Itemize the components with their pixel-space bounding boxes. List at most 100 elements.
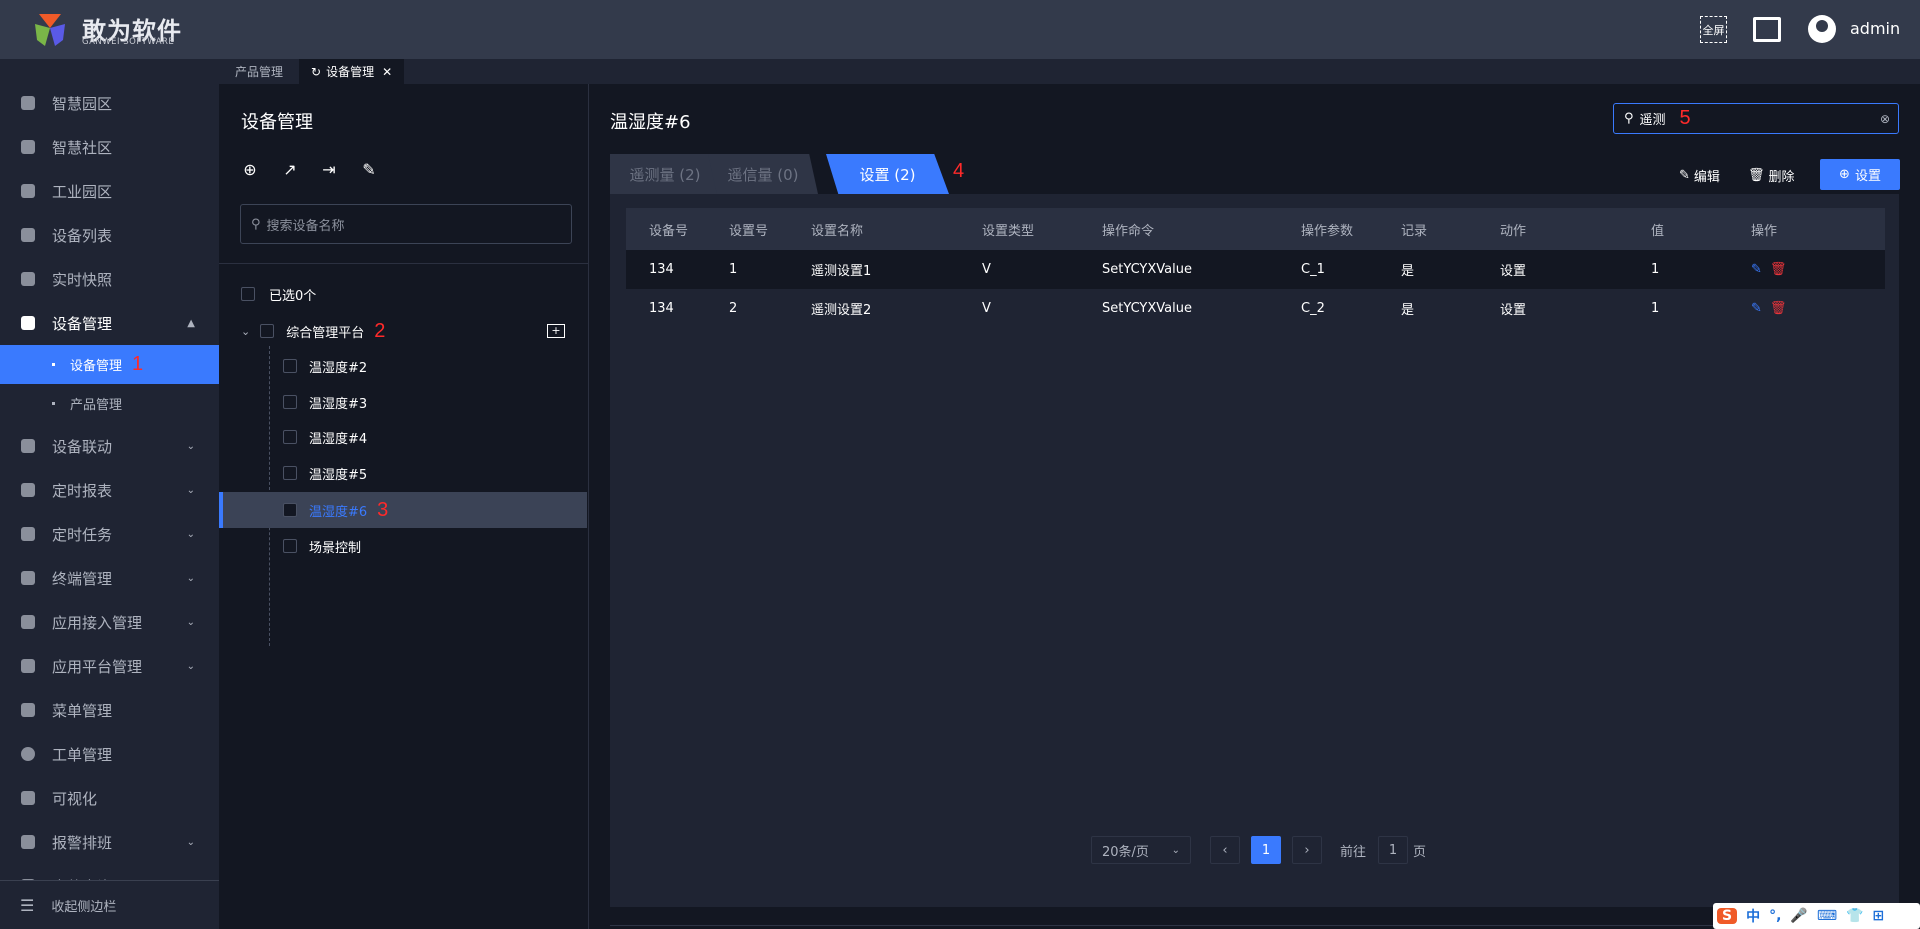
add-circle-icon: ⊕ <box>1839 167 1850 182</box>
column-header: 值 <box>1651 208 1751 250</box>
page-size-value: 20条/页 <box>1102 844 1149 860</box>
checkbox[interactable] <box>283 539 297 553</box>
gear-icon <box>21 747 35 761</box>
divider <box>610 925 1899 926</box>
goto-page-input[interactable]: 1 <box>1378 836 1408 864</box>
device-search-input[interactable]: ⚲ 搜索设备名称 <box>240 204 572 244</box>
tab-product-management[interactable]: 产品管理 <box>219 59 295 84</box>
sidebar-item-smart-community[interactable]: 智慧社区 <box>0 125 219 169</box>
tab-telemetry[interactable]: 遥测量 (2) <box>610 154 720 194</box>
sidebar-item-label: 产品管理 <box>70 398 123 413</box>
next-page-button[interactable]: › <box>1292 836 1322 864</box>
fullscreen-text-button[interactable]: 全屏 <box>1700 16 1727 43</box>
tree-node[interactable]: 温湿度#4 <box>219 419 587 455</box>
add-circle-icon[interactable]: ⊕ <box>241 160 259 179</box>
sidebar-item-label: 可视化 <box>52 789 98 808</box>
tree-node-root[interactable]: ⌄ 综合管理平台 2 + <box>219 313 587 349</box>
cell-value: 1 <box>1651 250 1751 289</box>
tab-settings[interactable]: 设置 (2) <box>826 154 949 194</box>
sidebar-subitem-device-management[interactable]: 设备管理 1 <box>0 345 219 384</box>
sidebar-item-alarm-schedule[interactable]: 报警排班 ⌄ <box>0 820 219 864</box>
checkbox[interactable] <box>283 359 297 373</box>
export-icon[interactable]: ↗ <box>281 160 299 179</box>
chevron-down-icon: ⌄ <box>186 660 195 672</box>
checkbox[interactable] <box>241 287 255 301</box>
sidebar-item-label: 设备管理 <box>52 314 113 333</box>
grid-icon <box>21 615 35 629</box>
sidebar-item-app-platform[interactable]: 应用平台管理 ⌄ <box>0 644 219 688</box>
sidebar-item-menu-management[interactable]: 菜单管理 <box>0 688 219 732</box>
username[interactable]: admin <box>1850 19 1900 38</box>
timer-icon <box>21 483 35 497</box>
sidebar-item-label: 定时报表 <box>52 481 113 500</box>
prev-page-button[interactable]: ‹ <box>1210 836 1240 864</box>
edit-row-icon[interactable]: ✎ <box>1751 262 1762 277</box>
tab-telesignal[interactable]: 遥信量 (0) <box>708 154 818 194</box>
sidebar-item-label: 实时快照 <box>52 270 113 289</box>
edit-button[interactable]: ✎ 编辑 <box>1679 160 1720 190</box>
column-header: 设置号 <box>729 208 811 250</box>
sidebar-item-device-linkage[interactable]: 设备联动 ⌄ <box>0 424 219 468</box>
sidebar-item-device-list[interactable]: 设备列表 <box>0 213 219 257</box>
search-value: 遥测 <box>1639 113 1666 128</box>
checkbox[interactable] <box>283 395 297 409</box>
ime-toolbar[interactable]: S 中 °, 🎤 ⌨ 👕 ⊞ <box>1713 903 1920 929</box>
page-1-button[interactable]: 1 <box>1251 836 1281 864</box>
checkbox[interactable] <box>283 430 297 444</box>
tree-node[interactable]: 温湿度#2 <box>219 348 587 384</box>
sidebar-item-visualization[interactable]: 可视化 <box>0 776 219 820</box>
logo-subtext: GANWEI SOFTWARE <box>82 37 175 47</box>
sidebar-item-scheduled-task[interactable]: 定时任务 ⌄ <box>0 512 219 556</box>
punctuation-icon: °, <box>1769 908 1782 924</box>
logo-icon <box>35 14 65 46</box>
sidebar-item-label: 设备管理 <box>70 359 123 374</box>
checkbox[interactable] <box>260 324 275 338</box>
sidebar-item-label: 设备联动 <box>52 437 113 456</box>
chevron-up-icon: ▲ <box>187 317 195 329</box>
refresh-icon[interactable]: ↻ <box>311 65 321 79</box>
tree-node[interactable]: 温湿度#5 <box>219 455 587 491</box>
sidebar-item-work-order[interactable]: 工单管理 <box>0 732 219 776</box>
tab-device-management[interactable]: ↻ 设备管理 ✕ <box>299 59 405 84</box>
column-header: 操作命令 <box>1102 208 1301 250</box>
tree-node-selected[interactable]: 温湿度#6 3 <box>219 492 587 528</box>
add-setting-button[interactable]: ⊕ 设置 <box>1820 159 1900 190</box>
delete-row-icon[interactable]: 🗑 <box>1770 301 1787 316</box>
device-tree-panel: 设备管理 ⊕ ↗ ⇥ ✎ ⚲ 搜索设备名称 已选0个 ⌄ 综合管理平台 2 + 温湿度#… <box>219 84 589 929</box>
avatar[interactable] <box>1808 15 1836 43</box>
chevron-down-icon[interactable]: ⌄ <box>241 325 250 338</box>
checkbox[interactable] <box>283 466 297 480</box>
folder-import-icon[interactable]: ⇥ <box>320 160 338 179</box>
page-size-select[interactable]: 20条/页 ⌄ <box>1091 836 1191 864</box>
delete-row-icon[interactable]: 🗑 <box>1770 262 1787 277</box>
microphone-icon: 🎤 <box>1790 908 1808 924</box>
sidebar-item-industrial-park[interactable]: 工业园区 <box>0 169 219 213</box>
collapse-sidebar-button[interactable]: ☰ 收起侧边栏 <box>0 880 219 929</box>
tree-node[interactable]: 场景控制 <box>219 528 587 564</box>
select-all-row[interactable]: 已选0个 <box>219 276 587 312</box>
sidebar-item-smart-park[interactable]: 智慧园区 <box>0 81 219 125</box>
divider <box>219 263 588 264</box>
edit-row-icon[interactable]: ✎ <box>1751 301 1762 316</box>
delete-button[interactable]: 🗑 删除 <box>1748 160 1795 190</box>
sidebar-item-device-management[interactable]: 设备管理 ▲ <box>0 301 219 345</box>
cell-command: SetYCYXValue <box>1102 289 1301 328</box>
sidebar-subitem-product-management[interactable]: 产品管理 <box>0 384 219 423</box>
trash-icon: 🗑 <box>1748 167 1765 183</box>
cell-setting-name: 遥测设置2 <box>811 289 982 328</box>
close-icon[interactable]: ✕ <box>382 65 392 79</box>
monitor-icon <box>21 228 35 242</box>
sidebar-item-snapshot[interactable]: 实时快照 <box>0 257 219 301</box>
column-header: 设备号 <box>626 208 729 250</box>
table-row: 134 1 遥测设置1 V SetYCYXValue C_1 是设置 1 ✎ 🗑 <box>626 250 1885 289</box>
sidebar-item-scheduled-report[interactable]: 定时报表 ⌄ <box>0 468 219 512</box>
edit-icon[interactable]: ✎ <box>360 160 378 179</box>
checkbox[interactable] <box>283 503 297 517</box>
point-search-input[interactable]: ⚲ 遥测 5 ⊗ <box>1613 103 1899 134</box>
clear-icon[interactable]: ⊗ <box>1880 112 1890 126</box>
add-folder-icon[interactable]: + <box>547 324 565 338</box>
tree-node[interactable]: 温湿度#3 <box>219 384 587 420</box>
sidebar-item-app-access[interactable]: 应用接入管理 ⌄ <box>0 600 219 644</box>
sidebar-item-terminal-management[interactable]: 终端管理 ⌄ <box>0 556 219 600</box>
screen-expand-icon[interactable] <box>1753 17 1781 42</box>
